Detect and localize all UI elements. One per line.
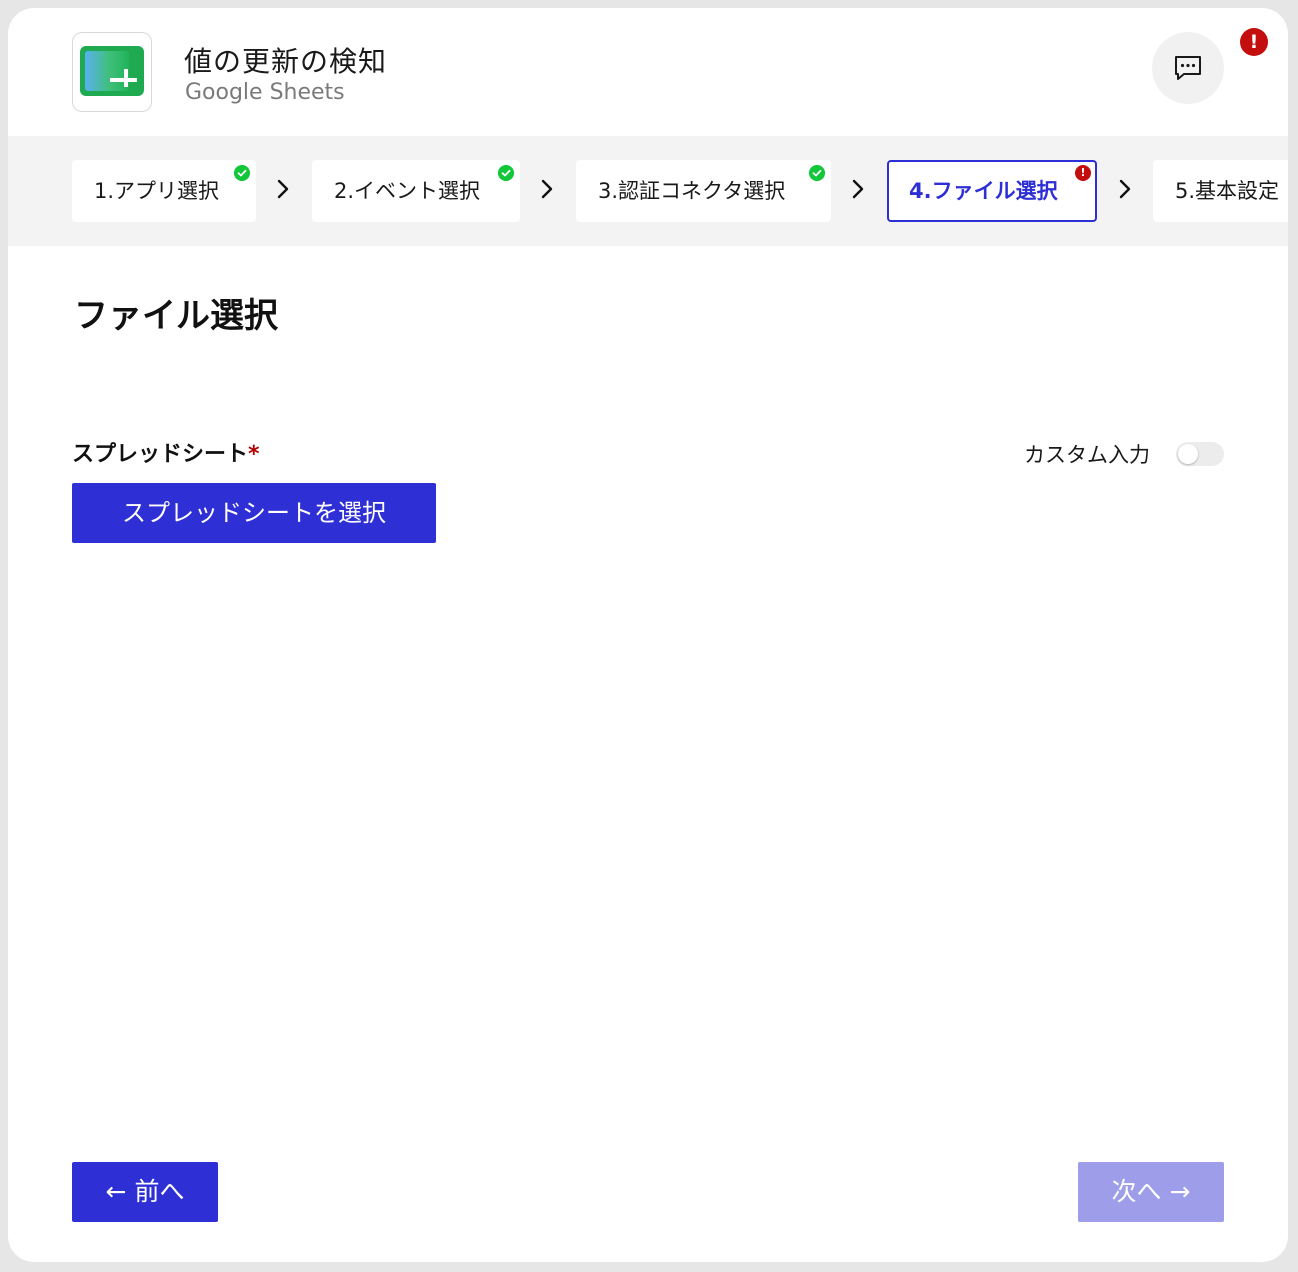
check-icon [498, 165, 514, 181]
select-spreadsheet-button[interactable]: スプレッドシートを選択 [72, 483, 436, 543]
page-heading: 値の更新の検知 [184, 45, 388, 78]
field-label-text: スプレッドシート [72, 442, 249, 467]
step-label: 4.ファイル選択 [909, 179, 1058, 203]
chevron-right-icon [541, 179, 553, 199]
step-event-select[interactable]: 2.イベント選択 [312, 160, 520, 222]
app-icon-container [72, 32, 152, 112]
step-file-select[interactable]: 4.ファイル選択 ! [887, 160, 1097, 222]
app-name: Google Sheets [185, 80, 345, 105]
required-mark: * [248, 442, 260, 467]
check-icon [234, 165, 250, 181]
chevron-right-icon [852, 179, 864, 199]
step-progress: 1.アプリ選択 2.イベント選択 3.認証コネクタ選択 4.ファイル選択 ! 5… [8, 136, 1288, 246]
spreadsheet-field-label: スプレッドシート* [72, 436, 260, 468]
dialog-card: 値の更新の検知 Google Sheets ! 1.アプリ選択 2.イベント選択 [8, 8, 1288, 1262]
custom-input-label: カスタム入力 [1024, 443, 1150, 467]
section-title: ファイル選択 [74, 296, 278, 336]
step-label: 1.アプリ選択 [94, 179, 220, 203]
chevron-right-icon [277, 179, 289, 199]
prev-button[interactable]: ← 前へ [72, 1162, 218, 1222]
check-icon [809, 165, 825, 181]
step-basic-settings[interactable]: 5.基本設定 [1153, 160, 1288, 222]
header: 値の更新の検知 Google Sheets ! [8, 8, 1288, 136]
step-connector-select[interactable]: 3.認証コネクタ選択 [576, 160, 831, 222]
step-label: 5.基本設定 [1175, 179, 1280, 203]
chevron-right-icon [1119, 179, 1131, 199]
step-app-select[interactable]: 1.アプリ選択 [72, 160, 256, 222]
chat-button[interactable] [1152, 32, 1224, 104]
error-badge-icon: ! [1075, 165, 1091, 181]
step-label: 2.イベント選択 [334, 179, 481, 203]
step-label: 3.認証コネクタ選択 [598, 179, 786, 203]
alert-badge[interactable]: ! [1240, 28, 1268, 56]
chat-bubble-icon [1175, 56, 1201, 80]
custom-input-toggle[interactable] [1176, 442, 1224, 466]
next-button[interactable]: 次へ → [1078, 1162, 1224, 1222]
toggle-knob [1178, 444, 1198, 464]
google-sheets-icon [80, 46, 144, 96]
